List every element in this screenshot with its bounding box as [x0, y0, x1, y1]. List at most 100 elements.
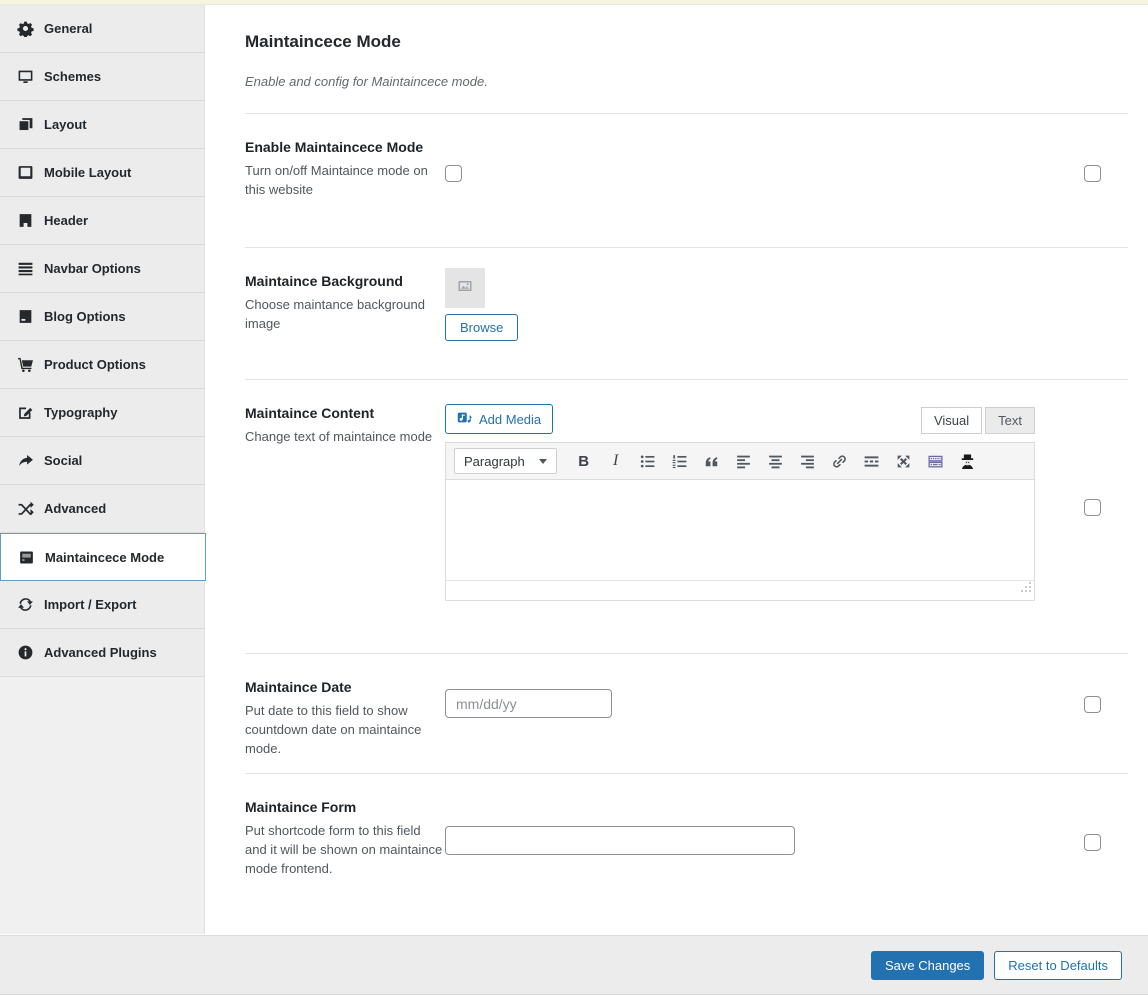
- page-subtitle: Enable and config for Maintaincece mode.: [245, 74, 1128, 89]
- sidebar-item-label: General: [44, 21, 92, 36]
- sidebar-item-product-options[interactable]: Product Options: [0, 341, 204, 389]
- blog-icon: [17, 308, 34, 325]
- section-title: Maintaince Background: [245, 272, 445, 291]
- sidebar-item-header[interactable]: Header: [0, 197, 204, 245]
- sidebar-item-advanced-plugins[interactable]: Advanced Plugins: [0, 629, 204, 677]
- blockquote-icon: [703, 453, 720, 470]
- tablet-icon: [17, 164, 34, 181]
- edit-icon: [17, 404, 34, 421]
- settings-panel: Maintaincece Mode Enable and config for …: [206, 5, 1148, 931]
- maintenance-form-input[interactable]: [445, 826, 795, 855]
- ordered-list-icon: [671, 453, 688, 470]
- sidebar-item-label: Advanced Plugins: [44, 645, 157, 660]
- fullscreen-icon: [895, 453, 912, 470]
- section-description: Put date to this field to show countdown…: [245, 702, 445, 759]
- maintenance-date-input[interactable]: [445, 689, 612, 718]
- align-right-button[interactable]: [795, 448, 821, 474]
- sidebar-item-label: Product Options: [44, 357, 146, 372]
- align-left-icon: [735, 453, 752, 470]
- link-icon: [831, 453, 848, 470]
- sidebar-item-label: Blog Options: [44, 309, 126, 324]
- section-description: Choose maintance background image: [245, 296, 445, 334]
- maintenance-date-right-checkbox[interactable]: [1084, 696, 1101, 713]
- maintenance-form-right-checkbox[interactable]: [1084, 834, 1101, 851]
- share-icon: [17, 452, 34, 469]
- sidebar-item-advanced[interactable]: Advanced: [0, 485, 204, 533]
- section-maintenance-date: Maintaince Date Put date to this field t…: [245, 653, 1128, 773]
- sidebar-item-label: Schemes: [44, 69, 101, 84]
- section-maintenance-background: Maintaince Background Choose maintance b…: [245, 247, 1128, 379]
- sidebar-item-label: Advanced: [44, 501, 106, 516]
- keyboard-icon: [927, 453, 944, 470]
- header-icon: [17, 212, 34, 229]
- bullet-list-button[interactable]: [635, 448, 661, 474]
- shuffle-icon: [17, 500, 34, 517]
- image-placeholder-icon: [457, 278, 473, 299]
- section-title: Maintaince Date: [245, 678, 445, 697]
- editor-status-bar: [446, 580, 1034, 600]
- read-more-button[interactable]: [859, 448, 885, 474]
- sidebar-item-social[interactable]: Social: [0, 437, 204, 485]
- add-media-button[interactable]: Add Media: [445, 404, 553, 434]
- sidebar-item-label: Mobile Layout: [44, 165, 131, 180]
- section-title: Maintaince Content: [245, 404, 445, 423]
- sidebar-item-general[interactable]: General: [0, 5, 204, 53]
- figure-with-hat-button[interactable]: [955, 448, 981, 474]
- sidebar-item-maintenance-mode[interactable]: Maintaincece Mode: [0, 533, 206, 581]
- editor-content[interactable]: [446, 480, 1034, 580]
- bold-button[interactable]: B: [571, 448, 597, 474]
- section-description: Put shortcode form to this field and it …: [245, 822, 445, 879]
- sidebar-item-navbar-options[interactable]: Navbar Options: [0, 245, 204, 293]
- align-left-button[interactable]: [731, 448, 757, 474]
- sidebar-item-label: Import / Export: [44, 597, 136, 612]
- cart-icon: [17, 356, 34, 373]
- ordered-list-button[interactable]: [667, 448, 693, 474]
- sync-icon: [17, 596, 34, 613]
- sidebar-item-mobile-layout[interactable]: Mobile Layout: [0, 149, 204, 197]
- reset-to-defaults-button[interactable]: Reset to Defaults: [994, 951, 1122, 980]
- save-changes-button[interactable]: Save Changes: [871, 951, 984, 980]
- section-description: Change text of maintaince mode: [245, 428, 445, 447]
- resize-grip[interactable]: [1020, 580, 1032, 598]
- section-title: Maintaince Form: [245, 798, 445, 817]
- sidebar-item-layout[interactable]: Layout: [0, 101, 204, 149]
- chevron-down-icon: [539, 459, 547, 464]
- image-icon: [18, 549, 35, 566]
- sidebar-item-schemes[interactable]: Schemes: [0, 53, 204, 101]
- tab-visual[interactable]: Visual: [921, 407, 982, 434]
- paragraph-format-select[interactable]: Paragraph: [454, 448, 557, 474]
- section-maintenance-form: Maintaince Form Put shortcode form to th…: [245, 773, 1128, 931]
- bullet-list-icon: [639, 453, 656, 470]
- sidebar-item-typography[interactable]: Typography: [0, 389, 204, 437]
- paragraph-select-value: Paragraph: [464, 454, 525, 469]
- section-enable-maintenance: Enable Maintaincece Mode Turn on/off Mai…: [245, 113, 1128, 247]
- background-image-preview: [445, 268, 485, 308]
- italic-button[interactable]: I: [603, 448, 629, 474]
- enable-maintenance-right-checkbox[interactable]: [1084, 165, 1101, 182]
- sidebar-item-label: Navbar Options: [44, 261, 141, 276]
- keyboard-toolbar-toggle-button[interactable]: [923, 448, 949, 474]
- tab-text[interactable]: Text: [985, 407, 1035, 434]
- bold-icon: B: [578, 453, 589, 470]
- actions-footer: Save Changes Reset to Defaults: [0, 935, 1148, 995]
- page-title: Maintaincece Mode: [245, 32, 1128, 52]
- sidebar-item-import-export[interactable]: Import / Export: [0, 581, 204, 629]
- browse-button[interactable]: Browse: [445, 314, 518, 341]
- enable-maintenance-checkbox[interactable]: [445, 165, 462, 182]
- align-right-icon: [799, 453, 816, 470]
- blockquote-button[interactable]: [699, 448, 725, 474]
- link-button[interactable]: [827, 448, 853, 474]
- wysiwyg-editor: Add Media Visual Text Paragraph: [445, 404, 1035, 601]
- gear-icon: [17, 20, 34, 37]
- maintenance-content-right-checkbox[interactable]: [1084, 499, 1101, 516]
- sidebar-item-label: Layout: [44, 117, 87, 132]
- read-more-icon: [863, 453, 880, 470]
- section-title: Enable Maintaincece Mode: [245, 138, 445, 157]
- sidebar-item-blog-options[interactable]: Blog Options: [0, 293, 204, 341]
- italic-icon: I: [613, 452, 618, 470]
- fullscreen-button[interactable]: [891, 448, 917, 474]
- add-media-label: Add Media: [479, 412, 541, 427]
- sidebar-item-label: Header: [44, 213, 88, 228]
- align-center-button[interactable]: [763, 448, 789, 474]
- align-center-icon: [767, 453, 784, 470]
